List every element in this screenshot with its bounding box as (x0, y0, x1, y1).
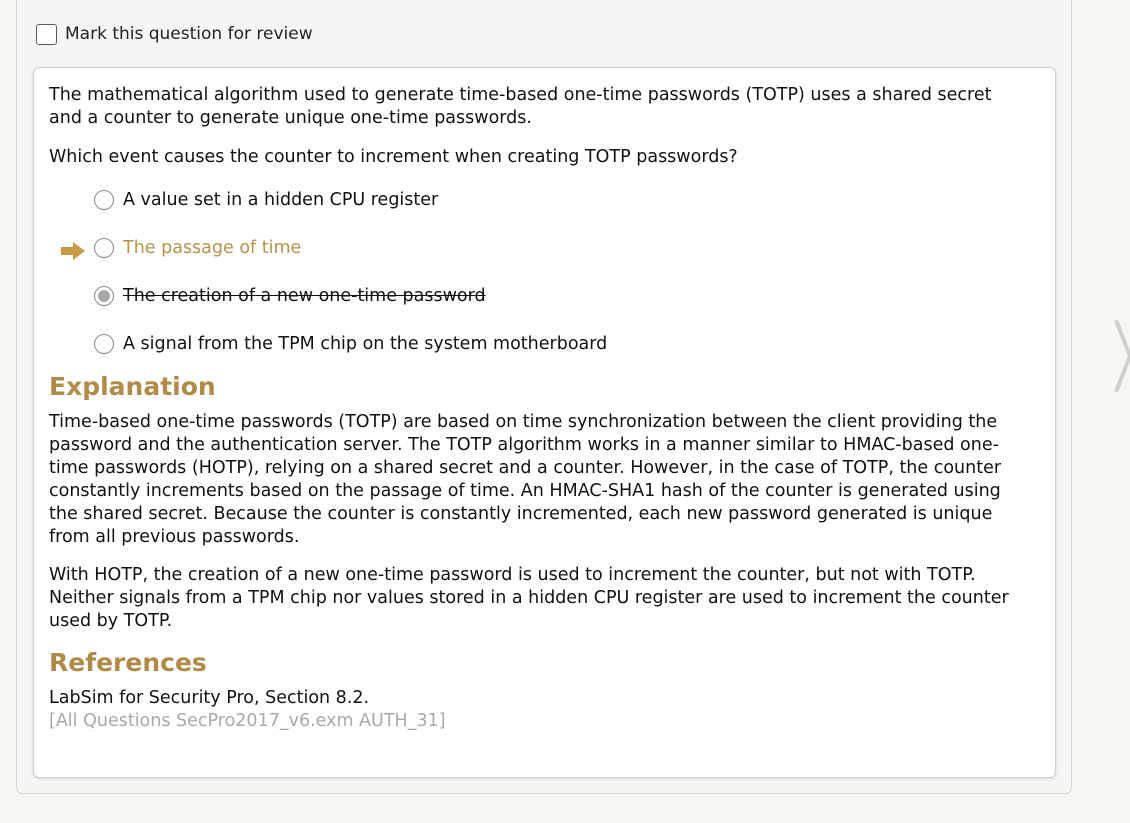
review-toggle[interactable]: Mark this question for review (36, 22, 313, 46)
answer-label-4: A signal from the TPM chip on the system… (123, 334, 608, 354)
answer-option-4[interactable]: A signal from the TPM chip on the system… (94, 332, 607, 356)
question-prompt: Which event causes the counter to increm… (49, 147, 738, 167)
answer-radio-2[interactable] (94, 238, 114, 258)
explanation-paragraph-2: With HOTP, the creation of a new one-tim… (49, 565, 1009, 631)
answer-option-3[interactable]: The creation of a new one-time password (94, 284, 486, 308)
review-label: Mark this question for review (65, 24, 313, 44)
answer-radio-1[interactable] (94, 190, 114, 210)
reference-source: LabSim for Security Pro, Section 8.2. (49, 688, 370, 708)
answer-option-1[interactable]: A value set in a hidden CPU register (94, 188, 438, 212)
answer-label-3: The creation of a new one-time password (123, 286, 486, 306)
explanation-heading: Explanation (49, 372, 216, 401)
answer-label-2: The passage of time (123, 238, 302, 258)
question-stem: The mathematical algorithm used to gener… (49, 85, 992, 128)
review-checkbox[interactable] (36, 23, 57, 45)
references-heading: References (49, 648, 207, 677)
explanation-paragraph-1: Time-based one-time passwords (TOTP) are… (49, 412, 1002, 547)
answer-label-1: A value set in a hidden CPU register (123, 190, 439, 210)
answer-radio-4[interactable] (94, 334, 114, 354)
answer-option-2[interactable]: The passage of time (94, 236, 301, 260)
chevron-right-icon[interactable] (1112, 318, 1130, 394)
reference-meta: [All Questions SecPro2017_v6.exm AUTH_31… (49, 711, 446, 731)
arrow-right-icon (61, 242, 85, 260)
answer-radio-3[interactable] (94, 286, 114, 306)
